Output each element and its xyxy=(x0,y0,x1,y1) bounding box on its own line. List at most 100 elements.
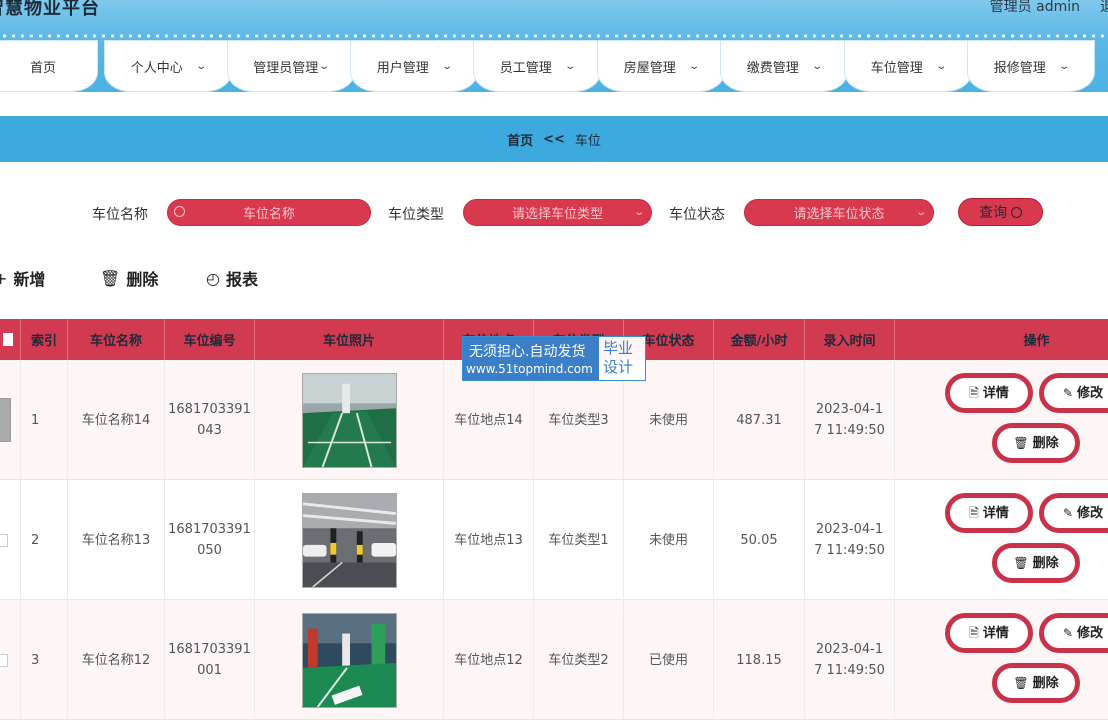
row-checkbox[interactable] xyxy=(0,600,21,720)
nav-item-user-management[interactable]: 用户管理 ⌄ xyxy=(350,40,478,92)
nav-item-parking-management[interactable]: 车位管理 ⌄ xyxy=(844,40,972,92)
detail-button[interactable]: 🗎 详情 xyxy=(945,373,1033,413)
header-bottom-strip xyxy=(0,92,1108,98)
status-filter-label: 车位状态 xyxy=(669,207,725,223)
breadcrumb-current: 车位 xyxy=(574,133,601,149)
report-button[interactable]: ◴ 报表 xyxy=(206,266,258,290)
row-delete-button[interactable]: 🗑 删除 xyxy=(992,423,1080,463)
chevron-down-icon: ⌄ xyxy=(441,60,453,72)
trash-icon: 🗑 xyxy=(100,268,121,288)
time-line: 7 11:49:50 xyxy=(814,663,885,678)
chevron-down-icon: ⌄ xyxy=(811,60,823,72)
header-name: 车位名称 xyxy=(68,319,165,360)
cell-actions: 🗎 详情 ✎ 修改 🗑 删除 xyxy=(895,600,1108,720)
report-button-label: 报表 xyxy=(225,270,258,289)
header-price: 金额/小时 xyxy=(714,319,805,360)
chevron-down-icon: ⌄ xyxy=(195,60,207,72)
cell-index: 3 xyxy=(21,600,68,720)
nav-item-payment-management[interactable]: 缴费管理 ⌄ xyxy=(720,40,848,92)
table-row: 3 车位名称12 1681703391 001 车位地点12 车位类型2 已使用… xyxy=(0,600,1108,720)
row-delete-button-label: 删除 xyxy=(1032,555,1059,571)
nav-item-label: 首页 xyxy=(29,60,56,76)
trash-icon: 🗑 xyxy=(1013,555,1029,570)
trash-icon: 🗑 xyxy=(1013,675,1029,690)
top-header: 智慧物业平台 管理员 admin 退 首页 个人中心⌄ 管理员管理⌄ 用户管理⌄… xyxy=(0,0,1108,98)
parking-photo[interactable] xyxy=(301,492,397,588)
cell-time: 2023-04-1 7 11:49:50 xyxy=(805,600,895,720)
code-line: 1681703391 xyxy=(168,522,251,537)
delete-button[interactable]: 🗑 删除 xyxy=(100,266,158,290)
nav-item-label: 管理员管理 xyxy=(253,60,319,76)
nav-item-label: 报修管理 xyxy=(993,60,1046,76)
cell-location: 车位地点13 xyxy=(444,480,534,600)
type-select-placeholder: 请选择车位类型 xyxy=(511,207,603,222)
plus-icon: + xyxy=(0,268,8,288)
row-delete-button-label: 删除 xyxy=(1032,435,1059,451)
time-line: 2023-04-1 xyxy=(815,522,884,537)
row-checkbox[interactable] xyxy=(0,360,21,480)
time-line: 7 11:49:50 xyxy=(814,423,885,438)
select-all-checkbox[interactable] xyxy=(0,319,21,360)
edit-button-label: 修改 xyxy=(1077,385,1104,401)
status-select-placeholder: 请选择车位状态 xyxy=(793,207,885,222)
pencil-icon: ✎ xyxy=(1062,625,1074,640)
edit-button[interactable]: ✎ 修改 xyxy=(1039,613,1108,653)
name-search-placeholder: 车位名称 xyxy=(242,207,295,222)
search-icon xyxy=(1011,206,1022,218)
add-button[interactable]: + 新增 xyxy=(0,266,45,290)
edit-button[interactable]: ✎ 修改 xyxy=(1039,373,1108,413)
code-line: 050 xyxy=(197,543,222,558)
detail-button[interactable]: 🗎 详情 xyxy=(945,493,1033,533)
logout-link[interactable]: 退 xyxy=(1100,0,1108,16)
status-select[interactable]: 请选择车位状态 ⌄ xyxy=(744,199,934,226)
nav-item-admin-management[interactable]: 管理员管理 ⌄ xyxy=(227,40,355,92)
cell-status: 未使用 xyxy=(624,480,714,600)
trash-icon: 🗑 xyxy=(1013,435,1029,450)
pencil-icon: ✎ xyxy=(1062,505,1074,520)
detail-button[interactable]: 🗎 详情 xyxy=(945,613,1033,653)
watermark-right1: 毕业 xyxy=(603,339,634,357)
pie-chart-icon: ◴ xyxy=(206,268,220,288)
nav-item-home[interactable]: 首页 xyxy=(0,40,98,92)
row-delete-button[interactable]: 🗑 删除 xyxy=(992,543,1080,583)
code-line: 001 xyxy=(197,663,222,678)
chevron-down-icon: ⌄ xyxy=(935,60,947,72)
add-button-label: 新增 xyxy=(13,270,46,289)
chevron-down-icon: ⌄ xyxy=(688,60,700,72)
cell-name: 车位名称13 xyxy=(68,480,165,600)
edit-button[interactable]: ✎ 修改 xyxy=(1039,493,1108,533)
cell-code: 1681703391 050 xyxy=(165,480,255,600)
breadcrumb-home[interactable]: 首页 xyxy=(507,130,533,149)
header-actions: 操作 xyxy=(1023,334,1050,349)
chevron-down-icon: ⌄ xyxy=(632,207,645,218)
nav-item-house-management[interactable]: 房屋管理 ⌄ xyxy=(597,40,725,92)
name-search-input[interactable]: 车位名称 xyxy=(167,199,371,226)
header-photo: 车位照片 xyxy=(255,319,444,360)
nav-item-staff-management[interactable]: 员工管理 ⌄ xyxy=(473,40,601,92)
code-line: 1681703391 xyxy=(168,642,251,657)
toolbar: + 新增 🗑 删除 ◴ 报表 xyxy=(0,266,1108,290)
edit-button-label: 修改 xyxy=(1077,625,1104,641)
row-delete-button[interactable]: 🗑 删除 xyxy=(992,663,1080,703)
query-button[interactable]: 查询 xyxy=(958,198,1043,226)
cell-index: 1 xyxy=(21,360,68,480)
type-select[interactable]: 请选择车位类型 ⌄ xyxy=(463,199,652,226)
search-bar: 车位名称 车位名称 车位类型 请选择车位类型 ⌄ 车位状态 请选择车位状态 ⌄ … xyxy=(0,198,1108,228)
detail-button-label: 详情 xyxy=(982,385,1009,401)
document-icon: 🗎 xyxy=(969,505,979,520)
cell-actions: 🗎 详情 ✎ 修改 🗑 删除 xyxy=(895,480,1108,600)
main-nav: 首页 个人中心 ⌄ 管理员管理 ⌄ 用户管理 ⌄ 员工管理 ⌄ 房屋管理 ⌄ 缴费管理 ⌄ … xyxy=(0,40,1108,92)
row-checkbox[interactable] xyxy=(0,480,21,600)
nav-item-repair-management[interactable]: 报修管理 ⌄ xyxy=(967,40,1095,92)
query-button-label: 查询 xyxy=(979,205,1007,221)
cell-index: 2 xyxy=(21,480,68,600)
name-filter-label: 车位名称 xyxy=(92,207,148,223)
watermark-line2: www.51topmind.com xyxy=(466,362,593,376)
nav-item-personal-center[interactable]: 个人中心 ⌄ xyxy=(104,40,232,92)
decorative-dots xyxy=(0,34,1108,38)
watermark-badge: 无须担心.自动发货 www.51topmind.com 毕业 设计 xyxy=(462,336,646,381)
parking-photo[interactable] xyxy=(301,612,397,708)
parking-photo[interactable] xyxy=(301,372,397,468)
admin-user-label[interactable]: 管理员 admin xyxy=(990,0,1080,16)
cell-type: 车位类型1 xyxy=(534,480,624,600)
